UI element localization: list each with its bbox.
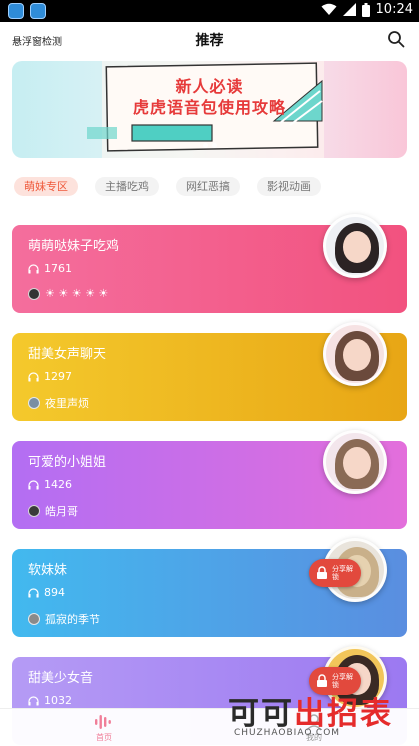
headphones-icon [28,263,39,273]
signal-icon [342,3,356,16]
status-time: 10:24 [375,2,413,17]
card-plays: 1426 [28,478,72,491]
headphones-icon [28,587,39,597]
voice-pack-avatar [323,430,387,494]
play-count: 894 [44,586,65,599]
watermark-logo: 可可出招表 [228,696,393,732]
play-count: 1761 [44,262,72,275]
voice-pack-card[interactable]: 甜美女声聊天 1297 夜里声烦 [12,322,407,421]
headphones-icon [28,371,39,381]
card-plays: 1297 [28,370,72,383]
watermark-url: CHUZHAOBIAO.COM [234,728,341,738]
nav-home-label: 首页 [96,733,112,742]
nav-home[interactable]: 首页 [74,713,134,743]
author-name: 孤寂的季节 [45,613,100,626]
voice-pack-card[interactable]: 萌萌哒妹子吃鸡 1761 ☀ ☀ ☀ ☀ ☀ [12,214,407,313]
headphones-icon [28,695,39,705]
author-avatar [28,397,40,409]
carousel-dot[interactable] [211,143,217,148]
search-icon[interactable] [387,30,405,48]
play-count: 1426 [44,478,72,491]
play-count: 1297 [44,370,72,383]
card-author: 皓月哥 [28,503,78,519]
author-avatar [28,287,40,300]
headphones-icon [28,479,39,489]
author-avatar [28,505,40,517]
tab-internet-pranks[interactable]: 网红恶搞 [176,177,240,196]
lock-icon [317,674,327,687]
wifi-icon [321,3,337,15]
card-title: 软妹妹 [28,563,68,578]
voice-pack-avatar [323,214,387,278]
voice-pack-card[interactable]: 软妹妹 894 孤寂的季节 分享解锁 [12,538,407,637]
guide-banner[interactable]: 新人必读 虎虎语音包使用攻略 [12,61,407,158]
author-name: 夜里声烦 [45,397,89,410]
play-count: 1032 [44,694,72,707]
app-notification-icon [30,3,46,19]
status-bar: 10:24 [0,0,419,22]
card-plays: 1032 [28,694,72,707]
voice-pack-avatar [323,322,387,386]
card-title: 萌萌哒妹子吃鸡 [28,239,120,254]
tab-film-animation[interactable]: 影视动画 [257,177,321,196]
card-title: 可爱的小姐姐 [28,455,107,470]
card-title: 甜美女声聊天 [28,347,107,362]
card-author: 孤寂的季节 [28,611,100,627]
card-plays: 894 [28,586,65,599]
watermark: 可可出招表 CHUZHAOBIAO.COM [228,688,408,740]
card-plays: 1761 [28,262,72,275]
share-unlock-label: 分享解锁 [332,673,353,689]
tab-cute-girls[interactable]: 萌妹专区 [14,177,78,196]
author-avatar [28,613,40,625]
voice-pack-card[interactable]: 可爱的小姐姐 1426 皓月哥 [12,430,407,529]
author-name: 皓月哥 [45,505,78,518]
share-unlock-label: 分享解锁 [332,565,353,581]
card-author: 夜里声烦 [28,395,89,411]
page-title: 推荐 [195,33,224,49]
carousel-dots [12,143,407,148]
app-notification-icon [8,3,24,19]
app-header: 悬浮窗检测 推荐 [0,22,419,58]
banner-subheadline: 虎虎语音包使用攻略 [132,98,286,117]
category-tabs: 萌妹专区 主播吃鸡 网红恶搞 影视动画 [14,177,321,196]
tab-streamer-pubg[interactable]: 主播吃鸡 [95,177,159,196]
author-name: ☀ ☀ ☀ ☀ ☀ [45,287,109,300]
carousel-dot[interactable] [202,143,208,148]
sound-wave-icon [95,715,111,729]
card-title: 甜美少女音 [28,671,94,686]
battery-icon [361,2,370,17]
card-author: ☀ ☀ ☀ ☀ ☀ [28,287,108,300]
lock-icon [317,566,327,579]
share-unlock-badge[interactable]: 分享解锁 [309,559,361,587]
